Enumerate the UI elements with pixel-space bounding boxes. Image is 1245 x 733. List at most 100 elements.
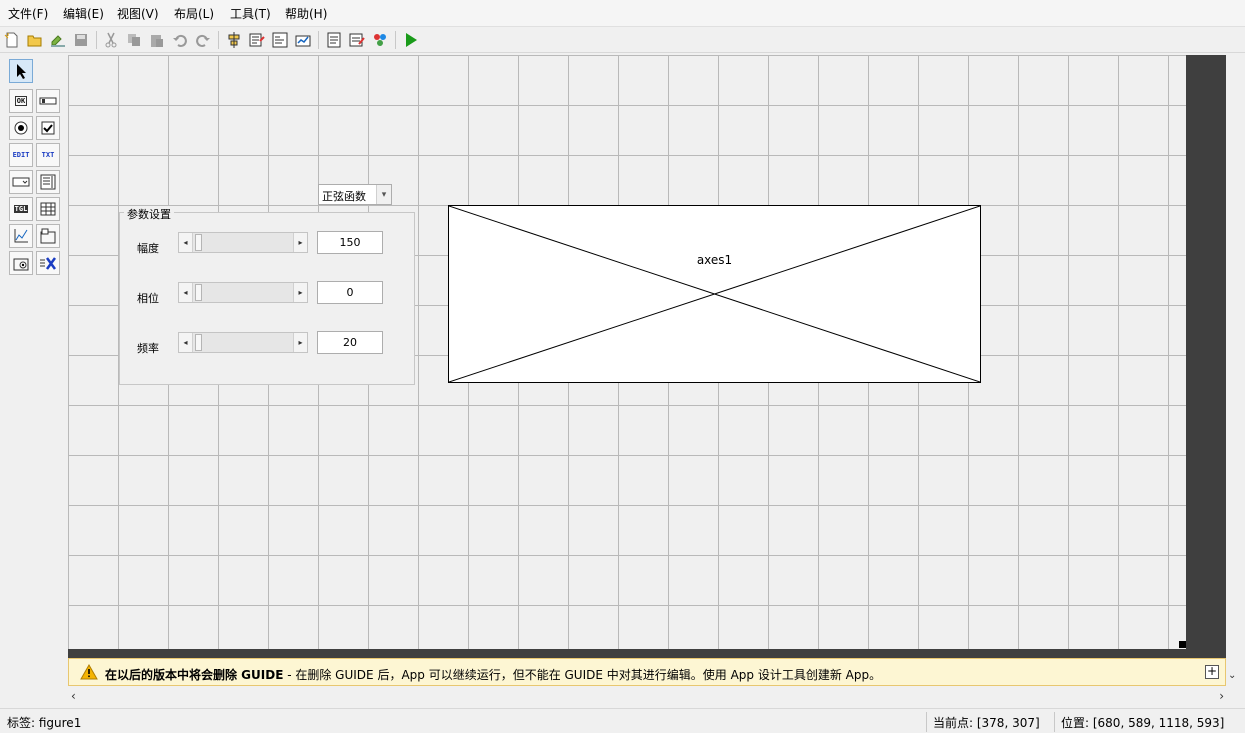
pushbutton-tool[interactable]: OK xyxy=(9,89,33,113)
panel-icon xyxy=(40,228,56,244)
phase-edit[interactable]: 0 xyxy=(317,281,383,304)
radio-icon xyxy=(14,121,28,135)
status-tag: 标签: figure1 xyxy=(7,716,82,730)
axes-placeholder[interactable]: axes1 xyxy=(448,205,981,383)
button-group-tool[interactable] xyxy=(9,251,33,275)
toolbar xyxy=(0,26,1245,53)
activex-tool[interactable] xyxy=(36,251,60,275)
slider-thumb[interactable] xyxy=(195,234,202,251)
chevron-down-icon[interactable]: ⌄ xyxy=(1228,670,1236,681)
expand-icon[interactable]: + xyxy=(1205,665,1219,679)
menu-edit[interactable]: 编辑(E) xyxy=(63,5,104,22)
figure-resize-handle[interactable] xyxy=(1179,641,1186,648)
save-as-icon[interactable] xyxy=(48,30,68,50)
slider-right-arrow-icon[interactable]: ▸ xyxy=(293,283,307,302)
amplitude-edit[interactable]: 150 xyxy=(317,231,383,254)
select-tool[interactable] xyxy=(9,59,33,83)
panel-tool[interactable] xyxy=(36,224,60,248)
redo-icon[interactable] xyxy=(193,30,213,50)
toolbar-separator xyxy=(96,31,97,49)
status-current-point: 当前点: [378, 307] xyxy=(926,712,1052,732)
axes-label: axes1 xyxy=(696,253,733,267)
slider-thumb[interactable] xyxy=(195,334,202,351)
menu-tools[interactable]: 工具(T) xyxy=(230,5,271,22)
pushbutton-icon: OK xyxy=(14,96,28,106)
axes-cross xyxy=(449,206,980,382)
listbox-tool[interactable] xyxy=(36,170,60,194)
listbox-icon xyxy=(40,174,56,190)
popup-value: 正弦函数 xyxy=(322,190,366,203)
menu-bar: 文件(F) 编辑(E) 视图(V) 布局(L) 工具(T) 帮助(H) xyxy=(0,0,1245,26)
slider-tool[interactable] xyxy=(36,89,60,113)
static-text-icon: TXT xyxy=(41,151,55,159)
function-popup-menu[interactable]: 正弦函数 ▾ xyxy=(318,184,392,205)
undo-icon[interactable] xyxy=(170,30,190,50)
popup-menu-tool[interactable] xyxy=(9,170,33,194)
vertical-scrollbar[interactable] xyxy=(1186,55,1226,653)
edit-text-icon: EDIT xyxy=(12,151,30,159)
checkbox-icon xyxy=(41,121,55,135)
tab-order-icon[interactable] xyxy=(270,30,290,50)
paste-icon[interactable] xyxy=(147,30,167,50)
slider-left-arrow-icon[interactable]: ◂ xyxy=(179,333,193,352)
toolbar-editor-icon[interactable] xyxy=(293,30,313,50)
warning-icon xyxy=(80,664,98,680)
phase-label: 相位 xyxy=(137,292,159,305)
axes-icon xyxy=(14,229,28,243)
slider-right-arrow-icon[interactable]: ▸ xyxy=(293,233,307,252)
frequency-label: 频率 xyxy=(137,342,159,355)
button-group-icon xyxy=(13,258,29,271)
horizontal-scrollbar[interactable]: ‹ › xyxy=(68,688,1228,704)
warning-message: 在以后的版本中将会删除 GUIDE - 在删除 GUIDE 后，App 可以继续… xyxy=(105,666,881,683)
activex-icon xyxy=(40,257,57,270)
menu-view[interactable]: 视图(V) xyxy=(117,5,159,22)
copy-icon[interactable] xyxy=(124,30,144,50)
chevron-left-icon[interactable]: ‹ xyxy=(71,689,76,703)
menu-layout[interactable]: 布局(L) xyxy=(174,5,214,22)
editor-icon[interactable] xyxy=(324,30,344,50)
static-text-tool[interactable]: TXT xyxy=(36,143,60,167)
slider-right-arrow-icon[interactable]: ▸ xyxy=(293,333,307,352)
amplitude-slider[interactable]: ◂ ▸ xyxy=(178,232,308,253)
checkbox-tool[interactable] xyxy=(36,116,60,140)
status-position: 位置: [680, 589, 1118, 593] xyxy=(1054,712,1245,732)
toggle-icon: TGL xyxy=(13,205,29,213)
menu-help[interactable]: 帮助(H) xyxy=(285,5,327,22)
toolbar-separator xyxy=(318,31,319,49)
popup-menu-icon xyxy=(12,177,30,187)
warning-bold-text: 在以后的版本中将会删除 GUIDE xyxy=(105,668,284,682)
canvas-bottom-edge xyxy=(68,649,1226,658)
deprecation-warning-bar: 在以后的版本中将会删除 GUIDE - 在删除 GUIDE 后，App 可以继续… xyxy=(68,658,1226,686)
edit-text-tool[interactable]: EDIT xyxy=(9,143,33,167)
radiobutton-tool[interactable] xyxy=(9,116,33,140)
object-browser-icon[interactable] xyxy=(370,30,390,50)
toolbar-separator xyxy=(395,31,396,49)
slider-left-arrow-icon[interactable]: ◂ xyxy=(179,233,193,252)
align-icon[interactable] xyxy=(224,30,244,50)
slider-icon xyxy=(39,97,57,105)
toolbar-separator xyxy=(218,31,219,49)
frequency-slider[interactable]: ◂ ▸ xyxy=(178,332,308,353)
property-inspector-icon[interactable] xyxy=(347,30,367,50)
slider-thumb[interactable] xyxy=(195,284,202,301)
frequency-edit[interactable]: 20 xyxy=(317,331,383,354)
toggle-button-tool[interactable]: TGL xyxy=(9,197,33,221)
menu-file[interactable]: 文件(F) xyxy=(8,5,48,22)
menu-editor-icon[interactable] xyxy=(247,30,267,50)
chevron-down-icon[interactable]: ▾ xyxy=(376,185,391,204)
run-icon[interactable] xyxy=(401,30,421,50)
table-tool[interactable] xyxy=(36,197,60,221)
chevron-right-icon[interactable]: › xyxy=(1219,689,1224,703)
status-bar: 标签: figure1 当前点: [378, 307] 位置: [680, 58… xyxy=(0,708,1245,733)
panel-title: 参数设置 xyxy=(124,206,174,222)
cut-icon[interactable] xyxy=(101,30,121,50)
slider-left-arrow-icon[interactable]: ◂ xyxy=(179,283,193,302)
component-palette: OK EDIT TXT TGL xyxy=(0,53,68,653)
save-icon[interactable] xyxy=(71,30,91,50)
open-icon[interactable] xyxy=(25,30,45,50)
new-icon[interactable] xyxy=(2,30,22,50)
axes-tool[interactable] xyxy=(9,224,33,248)
table-icon xyxy=(40,202,56,216)
phase-slider[interactable]: ◂ ▸ xyxy=(178,282,308,303)
amplitude-label: 幅度 xyxy=(137,242,159,255)
